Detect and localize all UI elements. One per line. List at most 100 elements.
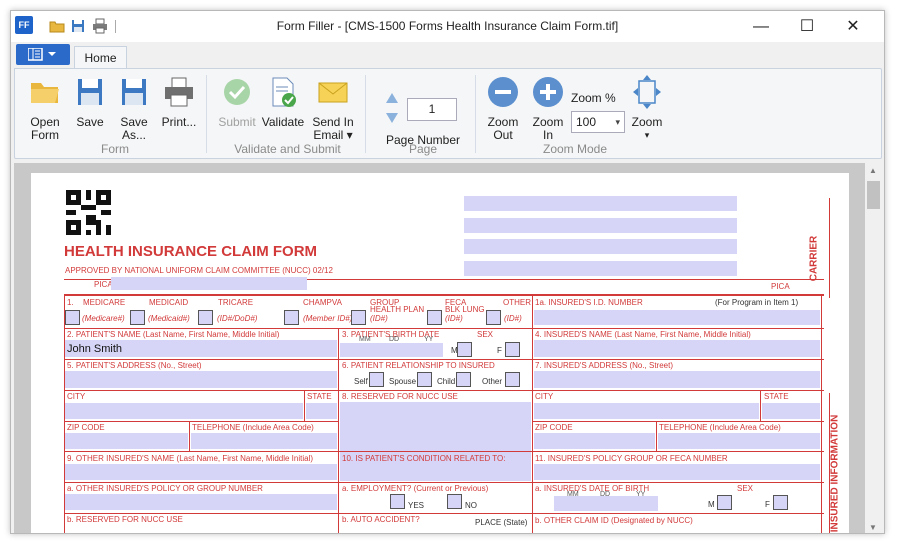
page-number-input[interactable]: 1 [407,98,457,121]
insured-state-field[interactable] [762,403,820,419]
insured-sex-m-checkbox[interactable] [717,495,732,510]
insured-city-field[interactable] [534,403,759,419]
save-button[interactable]: Save [71,75,109,129]
validate-document-icon [272,77,296,107]
patient-state-field[interactable] [306,403,337,419]
email-envelope-icon [318,82,348,103]
other-insured-policy-field[interactable] [65,494,337,510]
group-id-label: (ID#) [370,314,388,323]
insured-policy-group-field[interactable] [534,464,820,480]
close-button[interactable]: ✕ [830,11,876,42]
field-11-label: 11. INSURED'S POLICY GROUP OR FECA NUMBE… [535,454,728,463]
print-button[interactable]: Print... [159,75,199,129]
champva-checkbox[interactable] [284,310,299,325]
page-up-arrow-icon[interactable] [386,93,398,103]
scroll-up-icon[interactable]: ▲ [869,166,877,175]
open-form-button[interactable]: Open Form [25,75,65,142]
application-menu-button[interactable] [16,44,70,65]
patient-birth-date-field[interactable] [340,343,443,357]
save-as-icon [122,79,146,105]
patient-zip-field[interactable] [65,433,188,449]
carrier-address-field[interactable] [464,218,737,233]
vertical-scrollbar[interactable]: ▲ ▼ [865,163,882,533]
patient-sex-m-checkbox[interactable] [457,342,472,357]
relationship-other-checkbox[interactable] [505,372,520,387]
divider [64,482,824,483]
zoom-out-button[interactable]: Zoom Out [481,75,525,142]
divider [829,393,830,533]
group-separator [365,75,366,153]
divider [64,451,824,452]
zoom-mode-button[interactable]: Zoom ▾ [627,75,667,142]
insured-id-field[interactable] [534,310,820,325]
medicare-checkbox[interactable] [65,310,80,325]
employment-no-checkbox[interactable] [447,494,462,509]
tricare-checkbox[interactable] [198,310,213,325]
insured-birth-date-field[interactable] [554,496,658,511]
feca-checkbox[interactable] [427,310,442,325]
validate-button[interactable]: Validate [261,75,305,129]
state-label: STATE [307,392,332,401]
tab-home[interactable]: Home [74,46,127,69]
field-6-label: 6. PATIENT RELATIONSHIP TO INSURED [342,361,495,370]
submit-button[interactable]: Submit [215,75,259,129]
tel-label: TELEPHONE (Include Area Code) [192,423,314,432]
carrier-city-field[interactable] [464,261,737,276]
pica-left-field[interactable] [111,277,307,290]
title-bar: FF Form Filler - [CMS-1500 Forms Health … [11,11,884,42]
form-title: HEALTH INSURANCE CLAIM FORM [64,243,318,260]
chevron-down-icon: ▾ [615,117,620,127]
patient-phone-field[interactable] [191,433,337,449]
f6-spouse: Spouse [389,377,417,386]
divider [532,421,824,422]
insured-phone-field[interactable] [658,433,820,449]
patient-address-field[interactable] [65,371,337,388]
state2-label: STATE [764,392,789,401]
zoom-percent-select[interactable]: 100 ▾ [571,111,625,133]
relationship-spouse-checkbox[interactable] [417,372,432,387]
other-id-label: (ID#) [504,314,522,323]
patient-sex-f-checkbox[interactable] [505,342,520,357]
maximize-button[interactable]: ☐ [784,11,830,42]
document-viewport[interactable]: HEALTH INSURANCE CLAIM FORM APPROVED BY … [14,163,865,533]
group-health-checkbox[interactable] [351,310,366,325]
save-as-button[interactable]: Save As... [115,75,153,142]
other-insured-name-field[interactable] [65,464,337,480]
insured-address-field[interactable] [534,371,820,388]
group-separator [206,75,207,153]
ribbon-panel: Open Form Save Save As... Print... Form … [14,68,882,159]
medicaid-checkbox[interactable] [130,310,145,325]
page-down-arrow-icon[interactable] [386,113,398,123]
print-label: Print... [161,115,197,129]
send-in-email-button[interactable]: Send In Email ▾ [309,75,357,142]
other-checkbox[interactable] [486,310,501,325]
carrier-text: CARRIER [808,235,820,282]
group-health-label-2: HEALTH PLAN [370,305,425,314]
medicaid-label: MEDICAID [149,298,189,307]
insured-sex-f-checkbox[interactable] [773,495,788,510]
save-as-label-2: As... [121,128,146,142]
minimize-button[interactable]: — [738,11,784,42]
send-label-2: Email ▾ [313,128,353,142]
employment-yes-checkbox[interactable] [390,494,405,509]
relationship-child-checkbox[interactable] [456,372,471,387]
divider [829,198,830,298]
zoom-in-button[interactable]: Zoom In [526,75,570,142]
scrollbar-thumb[interactable] [867,181,880,209]
champva-label: CHAMPVA [303,298,342,307]
city2-label: CITY [535,392,554,401]
relationship-self-checkbox[interactable] [369,372,384,387]
fit-page-icon [633,75,661,109]
divider [64,328,824,329]
divider [64,421,338,422]
carrier-name-field[interactable] [464,196,737,211]
tel2-label: TELEPHONE (Include Area Code) [659,423,781,432]
patient-city-field[interactable] [65,403,303,419]
reserved-nucc-field[interactable] [340,402,531,481]
field-11a-label: a. INSURED'S DATE OF BIRTH [535,484,650,493]
scroll-down-icon[interactable]: ▼ [869,523,877,532]
insured-zip-field[interactable] [534,433,655,449]
field-10a-label: a. EMPLOYMENT? (Current or Previous) [342,484,489,493]
carrier-address2-field[interactable] [464,239,737,254]
insured-name-field[interactable] [534,340,820,357]
